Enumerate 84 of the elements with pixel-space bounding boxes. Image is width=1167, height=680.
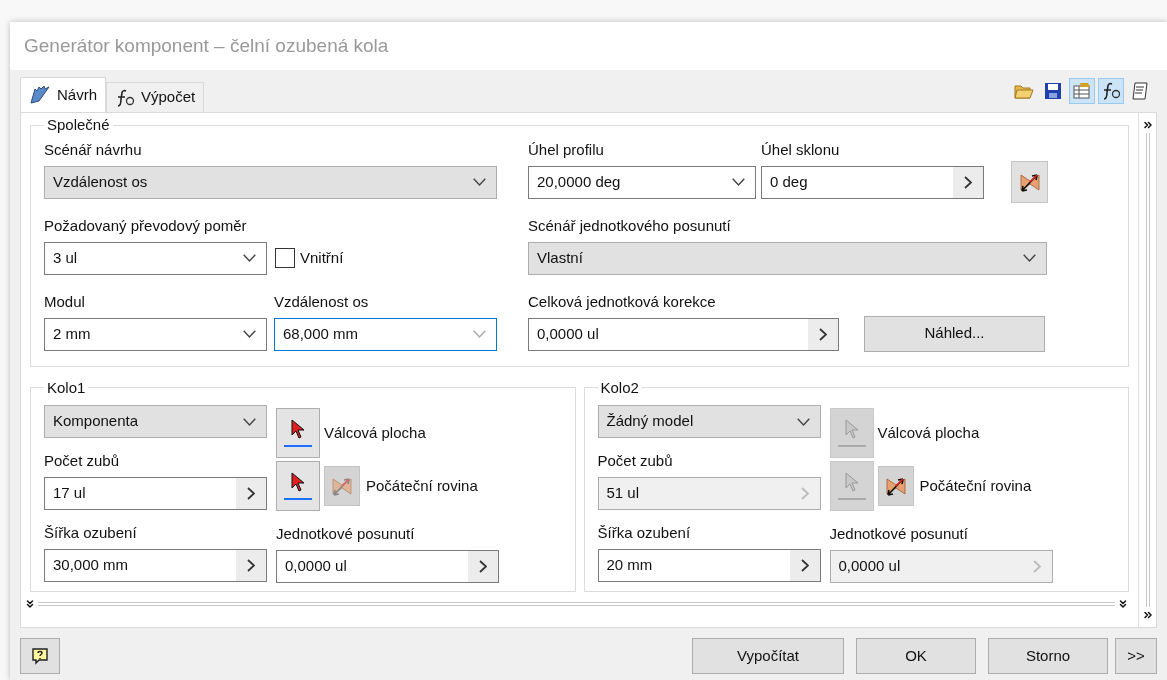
select-button[interactable] [276,408,320,458]
field-label: Modul [44,291,86,312]
field-label: Vzdálenost os [274,291,370,312]
field-label: Počet zubů [44,451,121,471]
field-label: Šířka ozubení [44,523,138,543]
chevron-down-icon [243,417,256,426]
chevron-right-icon [247,559,255,572]
collapse-icon[interactable] [1117,598,1129,610]
flip-button[interactable] [1011,160,1048,203]
chevron-right-icon [819,327,827,341]
chevron-right-icon [800,487,809,500]
toolbar-button[interactable] [1098,78,1124,104]
chevron-right-icon [964,175,972,189]
dropdown[interactable]: 68,000 mm [274,317,497,351]
dialog-button[interactable]: Vypočítat [692,638,844,674]
dialog-button[interactable]: OK [856,638,976,674]
checkbox-label: Vnitřní [300,247,344,268]
number-field[interactable]: 0,0000 ul [276,550,499,583]
tab[interactable]: Výpočet [106,82,205,112]
field-label: Scénář jednotkového posunutí [528,215,732,236]
field-label: Požadovaný převodový poměr [44,215,248,236]
dropdown[interactable]: 3 ul [44,241,267,275]
chevron-right-icon [479,560,487,573]
group-title: Kolo2 [599,377,640,398]
chevron-down-icon [243,330,256,338]
field-label: Počet zubů [597,451,674,471]
dropdown[interactable]: 20,0000 deg [528,165,756,199]
dialog-button[interactable]: >> [1115,638,1157,674]
dropdown[interactable]: 2 mm [44,317,267,351]
dialog-button[interactable]: Storno [988,638,1108,674]
field-label: Šířka ozubení [597,523,692,543]
formula-icon [1101,82,1121,100]
line-icon [837,498,866,500]
folder-icon [1014,82,1034,100]
field-label: Úhel profilu [528,139,605,160]
field-label: Počáteční rovina [366,475,478,496]
chevron-down-icon [473,178,486,186]
chevron-right-icon [1032,560,1041,573]
field-label: Počáteční rovina [919,475,1032,496]
window-title: Generátor komponent – čelní ozubená kola [24,33,389,58]
select-button[interactable] [276,461,320,511]
formula-icon [115,88,135,107]
field-label: Válcová plocha [324,422,426,443]
dropdown[interactable]: Komponenta [44,405,267,438]
chevron-down-icon [243,254,256,262]
cursor-icon [844,419,859,439]
number-field[interactable]: 17 ul [44,477,267,510]
field-label: Scénář návrhu [44,139,143,160]
chevron-down-icon [796,417,810,426]
number-field[interactable]: 20 mm [597,549,821,582]
checkbox[interactable] [275,248,295,268]
help-icon [31,647,49,665]
preview-button[interactable]: Náhled... [864,315,1045,352]
cursor-icon [291,419,305,439]
help-button[interactable] [20,638,60,674]
field-label: Jednotkové posunutí [829,524,969,544]
number-field[interactable]: 30,000 mm [44,549,267,582]
line-icon [284,498,312,500]
field-label: Jednotkové posunutí [276,524,416,544]
chevron-down-icon [1023,254,1036,262]
expand-icon[interactable] [1141,119,1154,131]
cursor-icon [291,472,305,492]
tab[interactable]: Návrh [20,77,106,112]
chevron-right-icon [800,559,809,572]
chevron-down-icon [473,330,486,338]
dropdown[interactable]: Vlastní [528,241,1047,275]
expand-icon[interactable] [1141,609,1154,621]
chevron-right-icon [247,487,255,500]
field-label: Úhel sklonu [761,139,841,160]
field-label: Celková jednotková korekce [528,291,717,312]
dropdown[interactable]: Vzdálenost os [44,165,497,199]
dropdown[interactable]: Žádný model [597,405,821,438]
group-title: Společné [46,115,111,135]
field-label: Válcová plocha [877,422,980,443]
number-field[interactable]: 0 deg [761,165,984,199]
flip-button[interactable] [877,466,914,506]
notepad-icon [1131,82,1149,100]
number-field[interactable]: 0,0000 ul [528,317,839,351]
line-icon [837,445,866,447]
group-title: Kolo1 [46,377,87,398]
collapse-icon[interactable] [24,598,36,610]
chevron-down-icon [732,178,745,186]
line-icon [284,445,312,447]
cursor-icon [844,472,859,492]
